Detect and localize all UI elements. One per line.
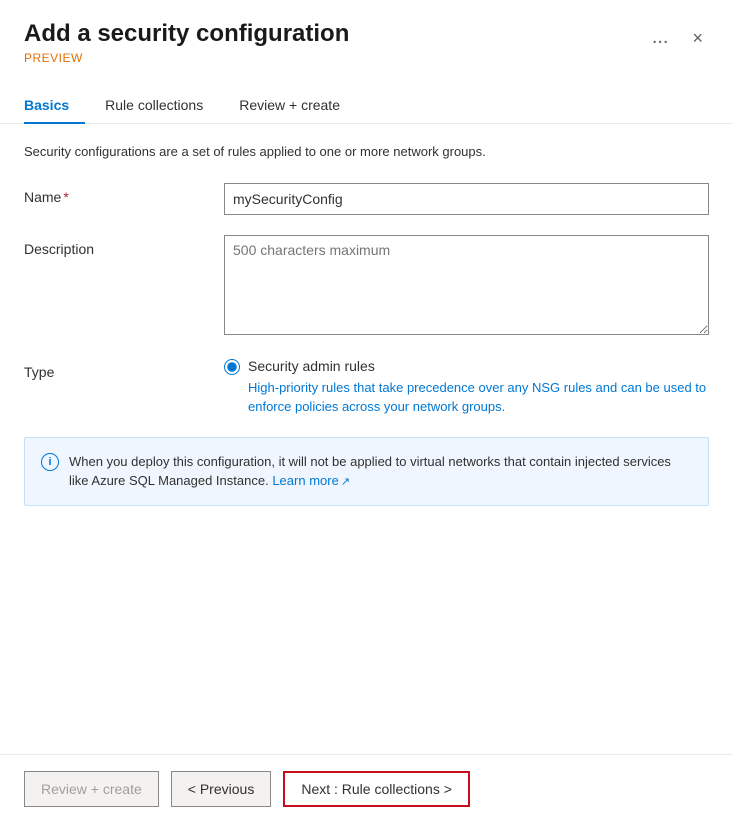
security-admin-option: Security admin rules High-priority rules… bbox=[224, 358, 709, 417]
description-label: Description bbox=[24, 235, 224, 257]
previous-button[interactable]: < Previous bbox=[171, 771, 272, 807]
form-description: Security configurations are a set of rul… bbox=[24, 144, 709, 159]
tab-bar: Basics Rule collections Review + create bbox=[0, 73, 733, 124]
security-admin-description: High-priority rules that take precedence… bbox=[248, 378, 709, 417]
dialog-header: Add a security configuration PREVIEW ...… bbox=[0, 0, 733, 65]
description-control bbox=[224, 235, 709, 338]
add-security-configuration-dialog: Add a security configuration PREVIEW ...… bbox=[0, 0, 733, 823]
type-label: Type bbox=[24, 358, 224, 380]
ellipsis-button[interactable]: ... bbox=[646, 24, 675, 51]
header-left: Add a security configuration PREVIEW bbox=[24, 20, 349, 65]
name-label: Name* bbox=[24, 183, 224, 205]
tab-rule-collections[interactable]: Rule collections bbox=[101, 89, 219, 123]
dialog-footer: Review + create < Previous Next : Rule c… bbox=[0, 754, 733, 823]
header-actions: ... × bbox=[646, 24, 709, 51]
dialog-title: Add a security configuration bbox=[24, 20, 349, 49]
security-admin-label[interactable]: Security admin rules bbox=[248, 358, 375, 374]
review-create-button[interactable]: Review + create bbox=[24, 771, 159, 807]
description-row: Description bbox=[24, 235, 709, 338]
security-admin-radio[interactable] bbox=[224, 359, 240, 375]
type-control: Security admin rules High-priority rules… bbox=[224, 358, 709, 417]
info-text: When you deploy this configuration, it w… bbox=[69, 452, 692, 491]
name-input[interactable] bbox=[224, 183, 709, 215]
tab-basics[interactable]: Basics bbox=[24, 89, 85, 123]
name-row: Name* bbox=[24, 183, 709, 215]
info-box: i When you deploy this configuration, it… bbox=[24, 437, 709, 506]
type-row: Type Security admin rules High-priority … bbox=[24, 358, 709, 417]
next-button[interactable]: Next : Rule collections > bbox=[283, 771, 470, 807]
close-button[interactable]: × bbox=[686, 27, 709, 49]
type-radio-group: Security admin rules High-priority rules… bbox=[224, 358, 709, 417]
security-admin-content: Security admin rules High-priority rules… bbox=[248, 358, 709, 417]
description-input[interactable] bbox=[224, 235, 709, 335]
preview-badge: PREVIEW bbox=[24, 49, 349, 65]
name-control bbox=[224, 183, 709, 215]
required-indicator: * bbox=[63, 189, 68, 205]
external-link-icon: ↗ bbox=[341, 476, 350, 488]
tab-review-create[interactable]: Review + create bbox=[235, 89, 356, 123]
learn-more-link[interactable]: Learn more↗ bbox=[272, 473, 350, 488]
info-icon: i bbox=[41, 453, 59, 471]
dialog-content: Security configurations are a set of rul… bbox=[0, 124, 733, 754]
